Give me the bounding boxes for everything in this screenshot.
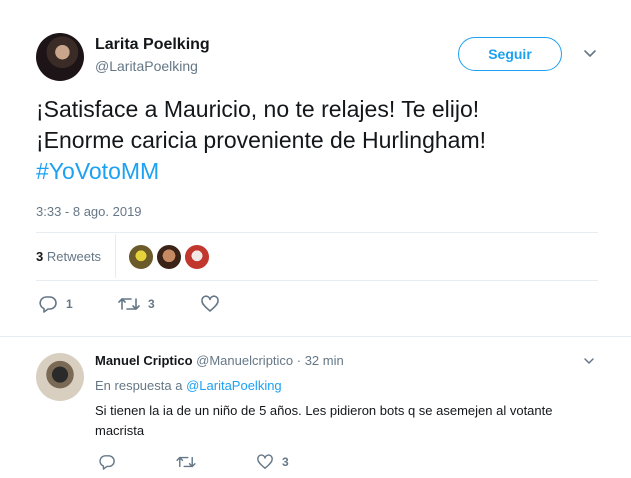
caret-down-icon[interactable] bbox=[583, 355, 595, 367]
reply-actions: 3 bbox=[98, 452, 289, 472]
tweet-line-1: ¡Satisface a Mauricio, no te relajes! Te… bbox=[36, 96, 480, 122]
retweet-stats[interactable]: 3 Retweets bbox=[36, 249, 101, 264]
in-reply-to: En respuesta a @LaritaPoelking bbox=[95, 378, 282, 393]
like-action[interactable] bbox=[200, 295, 228, 313]
reply-author-handle-time[interactable]: @Manuelcriptico · 32 min bbox=[196, 353, 344, 368]
reply-icon bbox=[38, 295, 58, 313]
retweeter-avatar[interactable] bbox=[184, 244, 210, 270]
like-icon bbox=[200, 295, 220, 313]
stats-separator bbox=[115, 234, 116, 278]
reply-count: 1 bbox=[66, 297, 73, 311]
in-reply-to-prefix: En respuesta a bbox=[95, 378, 183, 393]
reply-text: Si tienen la ia de un niño de 5 años. Le… bbox=[95, 403, 553, 438]
reply-like-action[interactable]: 3 bbox=[256, 454, 289, 470]
reply-icon bbox=[98, 454, 116, 470]
retweet-action[interactable]: 3 bbox=[118, 295, 200, 313]
section-divider bbox=[0, 336, 631, 347]
author-name[interactable]: Larita Poelking bbox=[95, 36, 210, 54]
author-handle[interactable]: @LaritaPoelking bbox=[95, 58, 198, 74]
retweeter-avatar[interactable] bbox=[128, 244, 154, 270]
tweet-actions: 1 3 bbox=[38, 294, 228, 314]
retweet-icon bbox=[118, 295, 140, 313]
reply-action[interactable]: 1 bbox=[38, 295, 118, 313]
tweet-text: ¡Satisface a Mauricio, no te relajes! Te… bbox=[36, 94, 616, 187]
divider-top bbox=[36, 232, 598, 233]
retweet-stats-count: 3 bbox=[36, 249, 44, 264]
retweet-icon bbox=[176, 454, 196, 470]
tweet-line-2: ¡Enorme caricia proveniente de Hurlingha… bbox=[36, 127, 486, 153]
reply-author-avatar[interactable] bbox=[36, 353, 84, 401]
caret-down-icon[interactable] bbox=[583, 46, 597, 60]
reply-header: Manuel Criptico @Manuelcriptico · 32 min bbox=[95, 353, 344, 368]
author-avatar[interactable] bbox=[36, 33, 84, 81]
reply-like-count: 3 bbox=[282, 455, 289, 469]
reply-author-name[interactable]: Manuel Criptico bbox=[95, 353, 193, 368]
retweet-count: 3 bbox=[148, 297, 155, 311]
tweet-timestamp[interactable]: 3:33 - 8 ago. 2019 bbox=[36, 204, 142, 219]
like-icon bbox=[256, 454, 274, 470]
reply-reply-action[interactable] bbox=[98, 454, 176, 470]
retweet-stats-label: Retweets bbox=[46, 249, 102, 264]
divider-bottom bbox=[36, 280, 598, 281]
tweet-hashtag[interactable]: #YoVotoMM bbox=[36, 156, 616, 187]
in-reply-to-handle[interactable]: @LaritaPoelking bbox=[186, 378, 282, 393]
reply-retweet-action[interactable] bbox=[176, 454, 256, 470]
follow-button[interactable]: Seguir bbox=[458, 37, 562, 71]
retweeter-avatar[interactable] bbox=[156, 244, 182, 270]
